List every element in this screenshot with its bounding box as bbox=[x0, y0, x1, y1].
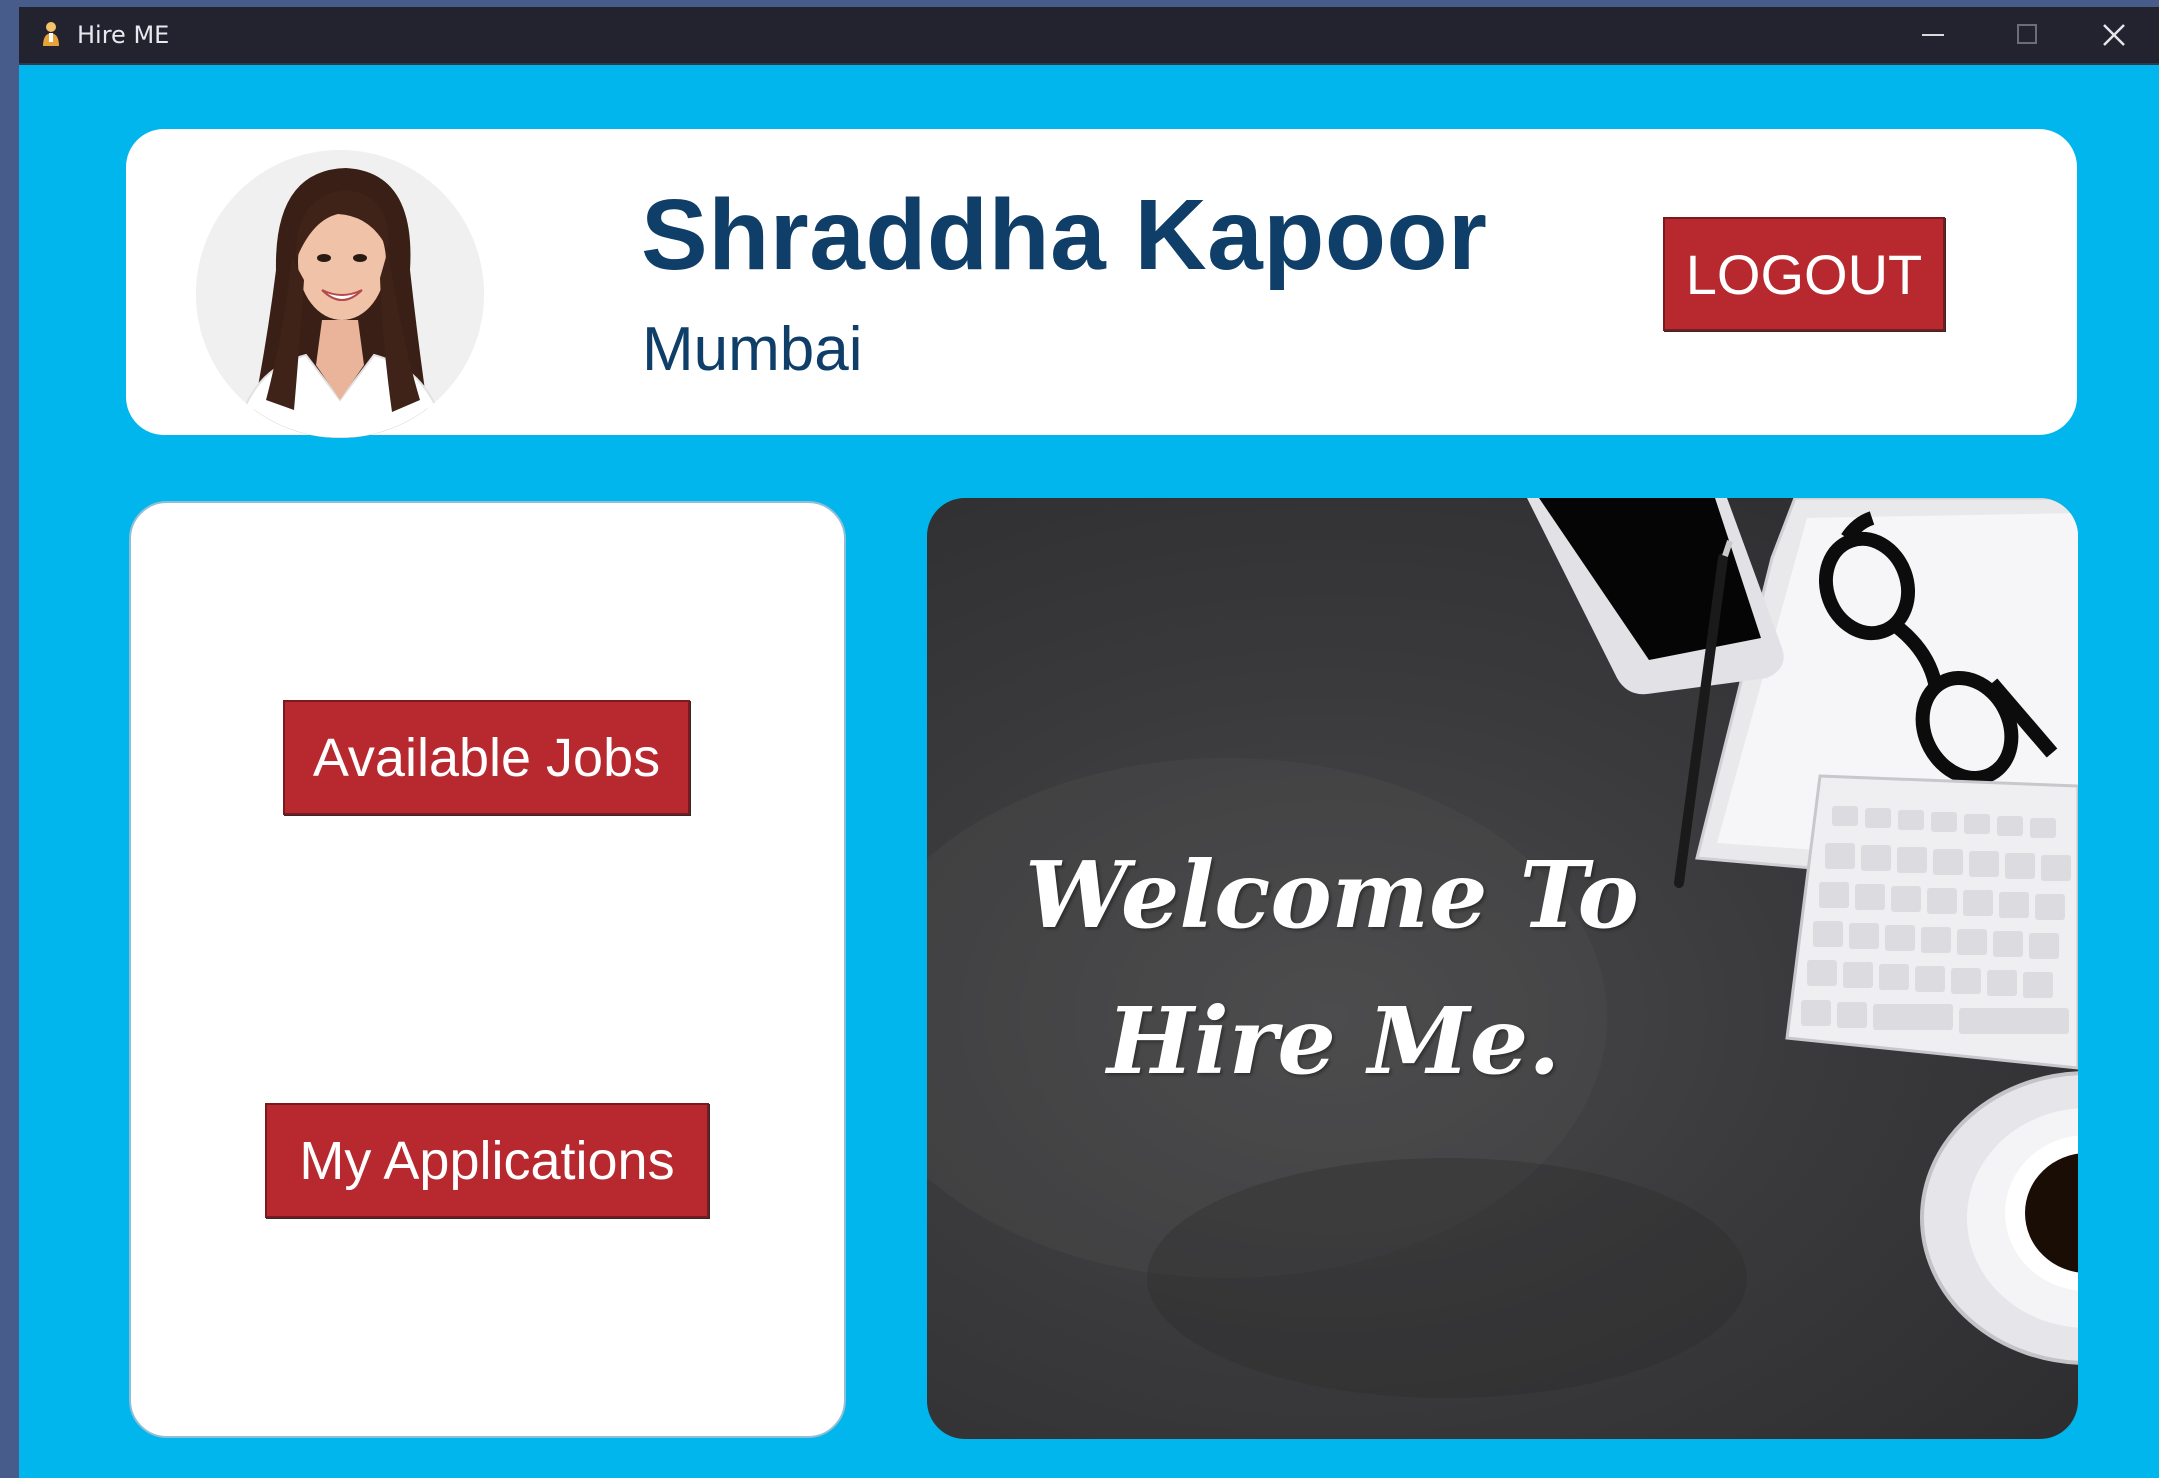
app-person-icon bbox=[40, 18, 62, 50]
profile-photo bbox=[196, 150, 484, 438]
minimize-icon[interactable] bbox=[1889, 7, 1979, 63]
welcome-banner: Welcome To Hire Me. bbox=[927, 498, 2078, 1439]
menu-card bbox=[129, 501, 846, 1438]
close-icon[interactable] bbox=[2069, 7, 2159, 63]
logout-button[interactable]: LOGOUT bbox=[1663, 217, 1945, 331]
title-bar[interactable]: Hire ME bbox=[19, 7, 2159, 65]
welcome-text-line-2: Hire Me. bbox=[1107, 987, 1561, 1095]
my-applications-button[interactable]: My Applications bbox=[265, 1103, 709, 1218]
desk-illustration bbox=[927, 498, 2078, 1398]
keyboard-icon bbox=[1785, 774, 2078, 1070]
app-window: Hire ME Shraddha Kapoor Mumbai LOGOUT Av… bbox=[19, 7, 2159, 1478]
coffee-cup-icon bbox=[1920, 1071, 2078, 1365]
available-jobs-button[interactable]: Available Jobs bbox=[283, 700, 690, 815]
welcome-text-line-1: Welcome To bbox=[1025, 841, 1639, 949]
user-name: Shraddha Kapoor bbox=[641, 179, 1488, 291]
window-title: Hire ME bbox=[77, 21, 170, 49]
maximize-icon[interactable] bbox=[1984, 7, 2074, 63]
user-city: Mumbai bbox=[642, 315, 863, 384]
smartphone-icon bbox=[1527, 498, 1784, 695]
